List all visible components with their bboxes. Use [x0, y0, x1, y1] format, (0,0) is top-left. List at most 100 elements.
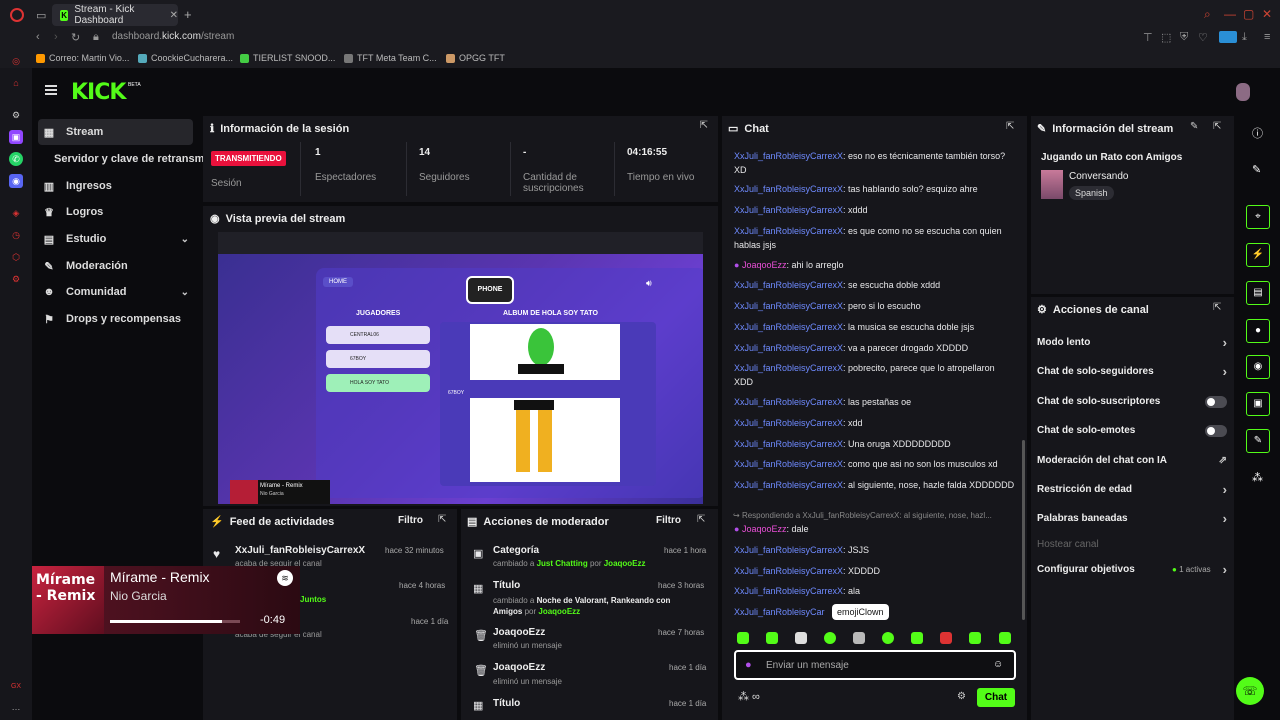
chat-username[interactable]: XxJuli_fanRobleisyCarrexX [734, 343, 843, 353]
url-text[interactable]: dashboard.kick.com/stream [112, 31, 234, 43]
popout-icon[interactable]: ⇱ [1213, 121, 1221, 132]
search-tabs-icon[interactable]: ⌕ [1204, 7, 1211, 22]
avatar[interactable] [1236, 83, 1250, 101]
nav-estudio[interactable]: ▤ Estudio ⌄ [38, 226, 193, 252]
banned-words-item[interactable]: Palabras baneadas › [1037, 511, 1227, 526]
scan-icon[interactable]: ⌖ [1246, 205, 1270, 229]
snapshot-icon[interactable]: ⬚ [1161, 31, 1171, 44]
opera-logo-icon[interactable] [10, 8, 24, 22]
bookmark-4[interactable]: TFT Meta Team C... [344, 53, 437, 63]
bolt-icon[interactable]: ⚡ [1246, 243, 1270, 267]
download-icon[interactable]: ⤓ [1242, 31, 1247, 44]
chat-scrollbar[interactable] [1022, 440, 1025, 620]
edit-icon[interactable]: ✎ [1190, 121, 1198, 132]
reload-icon[interactable]: ↻ [71, 31, 80, 44]
minimize-icon[interactable]: — [1224, 7, 1236, 21]
mod-filter-button[interactable]: Filtro [656, 515, 681, 526]
emote-icon[interactable] [940, 632, 952, 644]
close-window-icon[interactable]: ✕ [1262, 7, 1272, 21]
popout-icon[interactable]: ⇱ [1006, 121, 1014, 132]
gx-icon[interactable]: GX [9, 680, 23, 694]
chat-username[interactable]: XxJuli_fanRobleisyCarrexX [734, 301, 843, 311]
document-icon[interactable]: ▤ [1246, 281, 1270, 305]
ai-moderation-item[interactable]: Moderación del chat con IA ⇗ [1037, 455, 1227, 466]
nav-moderacion[interactable]: ✎ Moderación [38, 253, 193, 279]
menu-icon[interactable]: ≡ [1264, 31, 1270, 43]
chat-username[interactable]: JoaqooEzz [742, 524, 787, 534]
discord-icon[interactable]: ◉ [9, 174, 23, 188]
chat-username[interactable]: XxJuli_fanRobleisyCarrexX [734, 205, 843, 215]
control-icon[interactable]: ⚙ [9, 108, 23, 122]
chat-username[interactable]: XxJuli_fanRobleisyCarrexX [734, 566, 843, 576]
pin-icon[interactable]: ⊤ [1143, 31, 1153, 44]
nav-drops[interactable]: ⚑ Drops y recompensas [38, 306, 193, 332]
chat-input[interactable]: Enviar un mensaje [734, 650, 1016, 680]
age-restriction-item[interactable]: Restricción de edad › [1037, 482, 1227, 497]
apps-icon[interactable]: ⁂ [1252, 471, 1263, 484]
history-icon[interactable]: ◷ [9, 228, 23, 242]
nav-server-key[interactable]: Servidor y clave de retransm [38, 146, 203, 172]
stream-preview[interactable]: HOME PHONE 🔊︎ JUGADORES ALBUM DE HOLA SO… [218, 232, 703, 504]
slow-mode-item[interactable]: Modo lento › [1037, 335, 1227, 350]
nav-comunidad[interactable]: ☻ Comunidad ⌄ [38, 279, 193, 305]
browser-tab[interactable]: K Stream - Kick Dashboard ✕ [52, 4, 178, 26]
pencil-icon[interactable]: ✎ [1252, 163, 1261, 176]
bookmark-2[interactable]: CoockieCucharera... [138, 53, 233, 63]
support-icon[interactable]: ☏ [1236, 677, 1264, 705]
gx-corner-icon[interactable]: ⌂ [9, 76, 23, 90]
emote-icon[interactable] [911, 632, 923, 644]
chat-username[interactable]: XxJuli_fanRobleisyCarrexX [734, 363, 843, 373]
mic-icon[interactable]: ● [745, 659, 752, 671]
bookmark-5[interactable]: OPGG TFT [446, 53, 505, 63]
wrench-icon[interactable]: ✎ [1246, 429, 1270, 453]
emoji-picker-icon[interactable]: ☺ [993, 659, 1003, 670]
twitch-icon[interactable]: ▣ [9, 130, 23, 144]
emote-icon[interactable] [737, 632, 749, 644]
chat-username[interactable]: XxJuli_fanRobleisyCar [734, 607, 825, 617]
chat-username[interactable]: XxJuli_fanRobleisyCarrexX [734, 226, 843, 236]
forward-icon[interactable]: › [54, 31, 58, 43]
hamburger-menu-icon[interactable] [45, 85, 57, 95]
emote-icon[interactable] [882, 632, 894, 644]
activity-filter-button[interactable]: Filtro [398, 515, 423, 526]
chat-username[interactable]: XxJuli_fanRobleisyCarrexX [734, 586, 843, 596]
chat-username[interactable]: XxJuli_fanRobleisyCarrexX [734, 397, 843, 407]
nav-stream[interactable]: ▦ Stream [38, 119, 193, 145]
followers-only-item[interactable]: Chat de solo-seguidores › [1037, 364, 1227, 379]
popout-icon[interactable]: ⇱ [697, 514, 705, 525]
chat-username[interactable]: XxJuli_fanRobleisyCarrexX [734, 480, 843, 490]
emote-icon[interactable] [969, 632, 981, 644]
extensions-icon[interactable]: ⬡ [9, 250, 23, 264]
tabs-icon[interactable]: ▭ [36, 9, 46, 22]
broadcast-icon[interactable]: ◉ [1246, 355, 1270, 379]
chat-tools-icon[interactable]: ⁂ ∞ [738, 690, 760, 703]
chat-bubble-icon[interactable]: ● [1246, 319, 1270, 343]
chat-username[interactable]: XxJuli_fanRobleisyCarrexX [734, 151, 843, 161]
nav-ingresos[interactable]: ▥ Ingresos [38, 173, 193, 199]
popout-icon[interactable]: ⇱ [1213, 302, 1221, 313]
bookmark-3[interactable]: TIERLIST SNOOD... [240, 53, 335, 63]
chat-username[interactable]: JoaqooEzz [742, 260, 787, 270]
emoji-clown-icon[interactable] [853, 632, 865, 644]
back-icon[interactable]: ‹ [36, 31, 40, 43]
subs-only-toggle[interactable] [1205, 395, 1227, 408]
chat-settings-icon[interactable]: ⚙ [957, 691, 966, 702]
emote-icon[interactable] [795, 632, 807, 644]
chat-username[interactable]: XxJuli_fanRobleisyCarrexX [734, 322, 843, 332]
send-chat-button[interactable]: Chat [977, 688, 1015, 707]
aria-icon[interactable]: ◎ [9, 54, 23, 68]
kick-logo[interactable]: KICK [71, 80, 126, 105]
nav-logros[interactable]: ♛ Logros [38, 199, 193, 225]
emote-icon[interactable] [824, 632, 836, 644]
new-tab-button[interactable]: + [184, 7, 192, 22]
chat-username[interactable]: XxJuli_fanRobleisyCarrexX [734, 545, 843, 555]
whatsapp-icon[interactable]: ✆ [9, 152, 23, 166]
emotes-only-toggle[interactable] [1205, 424, 1227, 437]
info-icon[interactable]: ⓘ [1252, 125, 1263, 141]
heart-icon[interactable]: ♡ [1198, 31, 1208, 44]
chat-username[interactable]: XxJuli_fanRobleisyCarrexX [734, 184, 843, 194]
emote-icon[interactable] [766, 632, 778, 644]
emote-icon[interactable] [999, 632, 1011, 644]
shield-icon[interactable]: ⛨ [1180, 31, 1188, 44]
configure-goals-item[interactable]: Configurar objetivos ● 1 activas › [1037, 562, 1227, 577]
